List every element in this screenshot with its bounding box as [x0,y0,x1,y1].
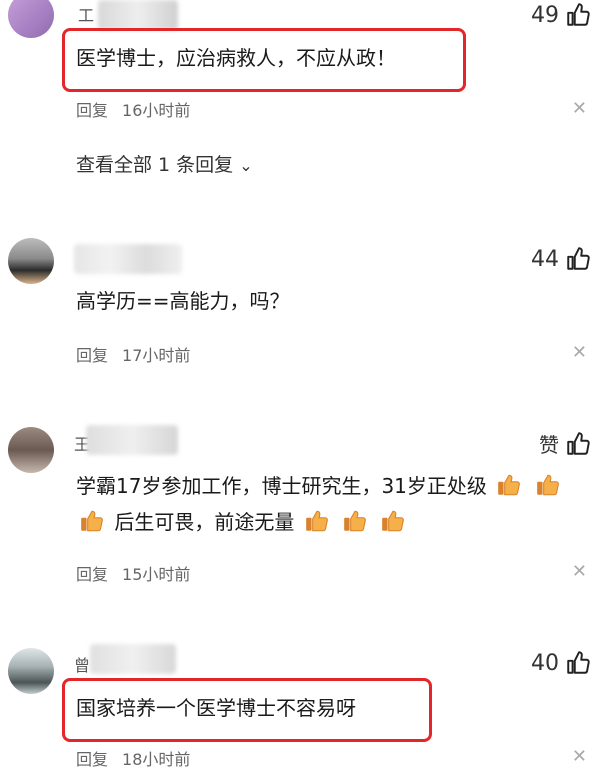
reply-button[interactable]: 回复 [76,342,108,366]
username-blurred[interactable] [90,644,176,674]
thumbs-up-icon [565,246,591,272]
avatar[interactable] [8,0,54,38]
close-icon[interactable]: ✕ [572,98,587,119]
like-count: 44 [531,246,559,272]
thumbs-up-emoji [342,508,368,534]
chevron-down-icon: ⌄ [239,156,253,175]
avatar[interactable] [8,238,54,284]
like-button[interactable]: 49 [531,2,591,28]
comment-text: 医学博士，应治病救人，不应从政！ [76,46,396,70]
username-initial[interactable]: 曾 [74,652,90,676]
close-icon[interactable]: ✕ [572,561,587,582]
avatar[interactable] [8,427,54,473]
like-button[interactable]: 44 [531,246,591,272]
like-label: 赞 [539,433,559,457]
thumbs-up-emoji [496,472,522,498]
like-button[interactable]: 赞 [539,429,591,458]
thumbs-up-emoji [380,508,406,534]
like-count: 40 [531,650,559,676]
username-initial[interactable]: 工 [78,2,94,26]
thumbs-up-icon [565,431,591,457]
view-all-label: 查看全部 1 条回复 [76,154,234,176]
comment-text: 国家培养一个医学博士不容易呀 [76,696,356,720]
username-blurred[interactable] [98,0,178,30]
comment-text: 高学历==高能力，吗？ [76,289,290,313]
username-blurred[interactable] [74,244,182,274]
comment-text: 后生可畏，前途无量 [114,510,295,534]
view-all-replies-link[interactable]: 查看全部 1 条回复 ⌄ [76,150,253,177]
like-button[interactable]: 40 [531,650,591,676]
reply-button[interactable]: 回复 [76,746,108,770]
username-blurred[interactable] [86,425,178,455]
avatar[interactable] [8,648,54,694]
timestamp: 18小时前 [122,750,191,769]
reply-button[interactable]: 回复 [76,97,108,121]
close-icon[interactable]: ✕ [572,342,587,363]
thumbs-up-emoji [79,508,105,534]
thumbs-up-emoji [535,472,561,498]
like-count: 49 [531,2,559,28]
comment-text-line2: 后生可畏，前途无量 [76,505,409,539]
thumbs-up-icon [565,650,591,676]
reply-button[interactable]: 回复 [76,561,108,585]
comment-text-line1: 学霸17岁参加工作，博士研究生，31岁正处级 [76,469,564,503]
timestamp: 17小时前 [122,346,191,365]
thumbs-up-icon [565,2,591,28]
comment-text: 学霸17岁参加工作，博士研究生，31岁正处级 [76,474,487,498]
timestamp: 15小时前 [122,565,191,584]
timestamp: 16小时前 [122,101,191,120]
close-icon[interactable]: ✕ [572,746,587,767]
thumbs-up-emoji [304,508,330,534]
